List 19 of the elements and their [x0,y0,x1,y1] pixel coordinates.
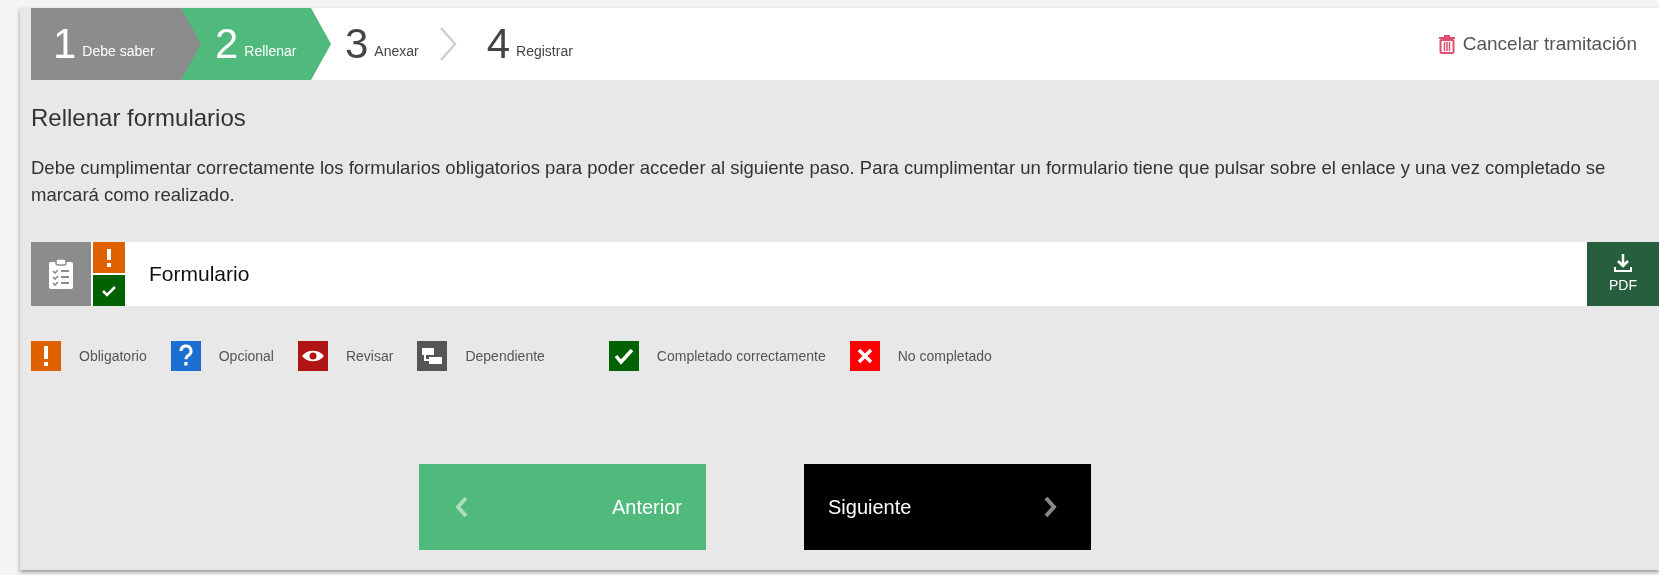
trash-icon [1438,34,1455,54]
legend-label: Opcional [218,346,274,366]
legend-label: Dependiente [465,346,545,366]
page-heading: Rellenar formularios [31,103,247,133]
legend-label: Revisar [345,346,394,366]
cancel-link[interactable]: Cancelar tramitación [1438,8,1659,80]
next-button[interactable]: Siguiente [804,464,1091,550]
chevron-right-icon [1043,496,1057,518]
wizard-step[interactable]: 3 Anexar [331,8,439,80]
chevron-left-icon [455,496,469,518]
chevron-icon [438,26,457,62]
legend-label: Obligatorio [79,346,147,366]
download-icon [1613,252,1633,273]
instructions-text: Debe cumplimentar correctamente los formularios obligatorios para poder acceder al siguiente paso. Para cumplimentar un formulario tiene que pulsar sobre el enlace y una vez completado se marcará como realizado. [31,156,1607,207]
wizard-step[interactable]: 4 Registrar [472,8,593,80]
pdf-download-button[interactable]: PDF [1587,242,1659,306]
legend-label: No completado [897,346,992,366]
legend-label: Completado correctamente [656,346,826,366]
form-link[interactable]: Formulario [125,242,1587,306]
